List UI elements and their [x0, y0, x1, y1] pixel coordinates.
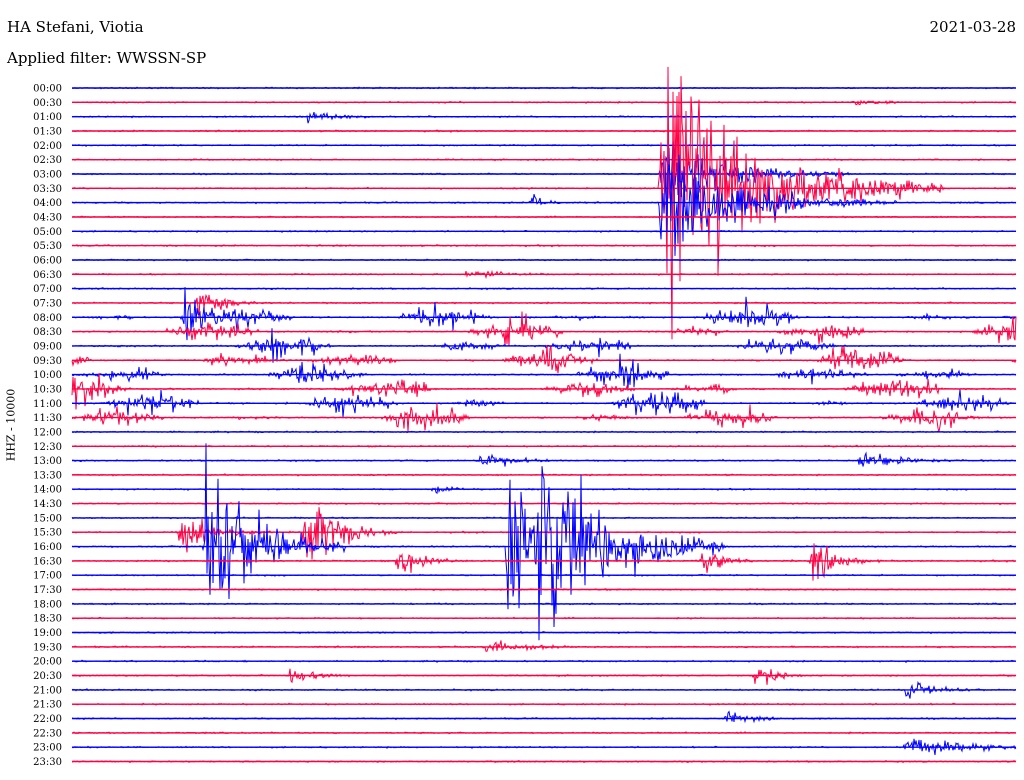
time-label: 19:00 — [33, 628, 62, 639]
time-label: 20:00 — [33, 657, 62, 668]
time-label: 09:00 — [33, 341, 62, 352]
time-label: 14:00 — [33, 485, 62, 496]
time-label: 13:00 — [33, 456, 62, 467]
time-label: 21:30 — [33, 700, 62, 711]
trace-line-0930 — [71, 344, 1017, 374]
time-label: 22:00 — [33, 714, 62, 725]
time-label: 12:00 — [33, 427, 62, 438]
time-label: 16:30 — [33, 556, 62, 567]
trace-line-0100 — [71, 111, 1017, 124]
time-label: 16:00 — [33, 542, 62, 553]
seismic-traces — [71, 66, 1017, 764]
time-label: 19:30 — [33, 642, 62, 653]
trace-line-1930 — [71, 640, 1017, 652]
time-label: 11:30 — [33, 413, 62, 424]
time-label: 21:00 — [33, 685, 62, 696]
trace-line-2030 — [71, 668, 1017, 685]
time-label: 18:00 — [33, 599, 62, 610]
time-label: 03:00 — [33, 170, 62, 181]
time-label: 05:30 — [33, 241, 62, 252]
time-label: 23:30 — [33, 757, 62, 768]
time-label: 08:00 — [33, 313, 62, 324]
time-label: 20:30 — [33, 671, 62, 682]
time-label: 14:30 — [33, 499, 62, 510]
helicorder-plot: 00:00 00:30 01:00 01:30 02:00 02:30 03:00 03:30… — [33, 66, 1017, 769]
trace-line-0400 — [71, 154, 1017, 256]
time-label: 15:00 — [33, 513, 62, 524]
time-label: 04:30 — [33, 213, 62, 224]
time-labels: 00:00 00:30 01:00 01:30 02:00 02:30 03:00 03:30… — [33, 84, 62, 769]
time-label: 13:30 — [33, 470, 62, 481]
time-label: 01:00 — [33, 112, 62, 123]
time-label: 22:30 — [33, 728, 62, 739]
time-label: 07:30 — [33, 298, 62, 309]
time-label: 02:00 — [33, 141, 62, 152]
trace-line-1030 — [71, 373, 1017, 410]
time-label: 17:30 — [33, 585, 62, 596]
time-label: 10:30 — [33, 384, 62, 395]
trace-line-1600 — [71, 443, 1017, 641]
trace-line-2200 — [71, 710, 1017, 724]
time-label: 08:30 — [33, 327, 62, 338]
time-label: 10:00 — [33, 370, 62, 381]
time-label: 06:00 — [33, 256, 62, 267]
time-label: 01:30 — [33, 127, 62, 138]
time-label: 23:00 — [33, 743, 62, 754]
time-label: 09:30 — [33, 356, 62, 367]
time-label: 17:00 — [33, 571, 62, 582]
time-label: 07:00 — [33, 284, 62, 295]
time-label: 15:30 — [33, 528, 62, 539]
time-label: 11:00 — [33, 399, 62, 410]
time-label: 00:30 — [33, 98, 62, 109]
time-label: 02:30 — [33, 155, 62, 166]
time-label: 12:30 — [33, 442, 62, 453]
time-label: 00:00 — [33, 84, 62, 95]
time-label: 18:30 — [33, 614, 62, 625]
time-label: 05:00 — [33, 227, 62, 238]
time-label: 04:00 — [33, 198, 62, 209]
time-label: 06:30 — [33, 270, 62, 281]
time-label: 03:30 — [33, 184, 62, 195]
